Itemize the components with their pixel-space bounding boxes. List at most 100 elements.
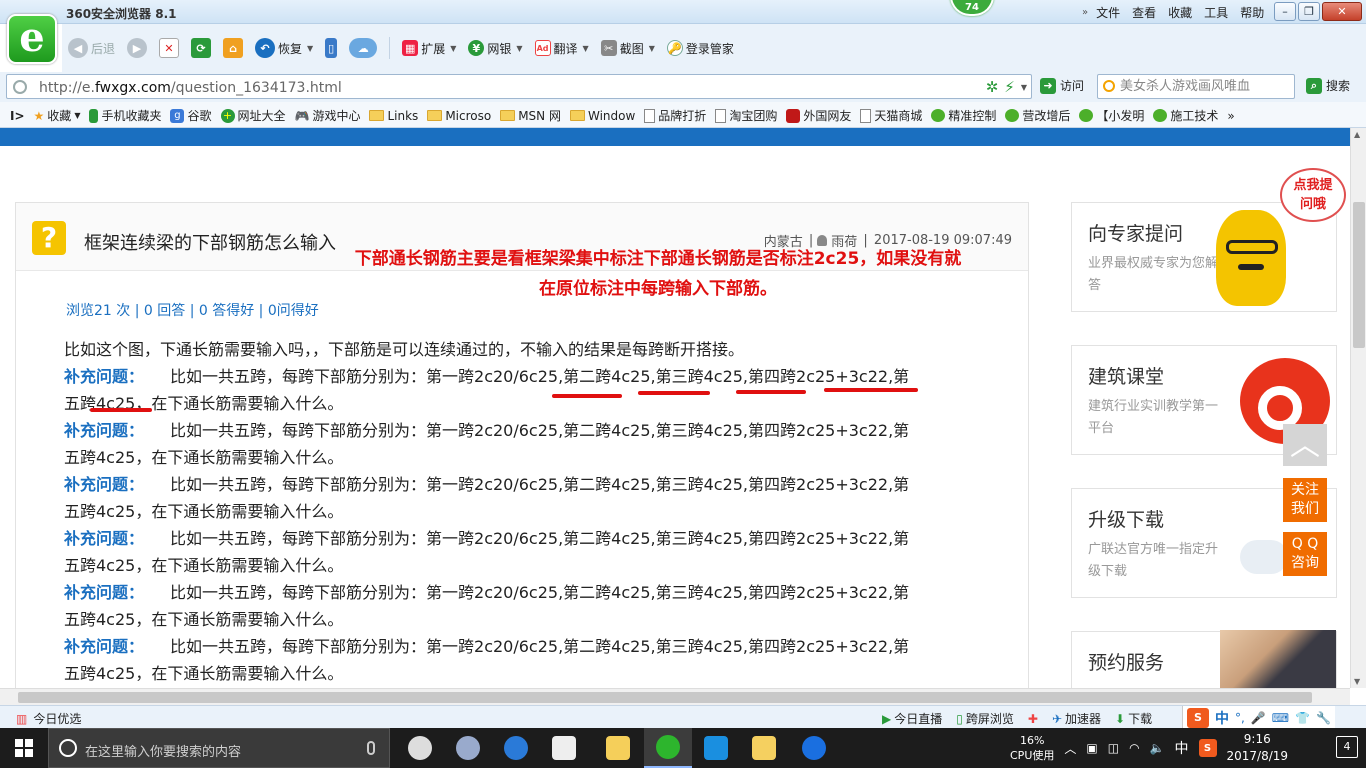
menu-view[interactable]: 查看 — [1132, 4, 1156, 21]
back-button[interactable]: ◀ 后退 — [64, 36, 119, 60]
back-to-top-button[interactable]: ︿ — [1283, 424, 1327, 466]
start-button[interactable] — [0, 728, 48, 768]
visit-button[interactable]: ➜ 访问 — [1040, 77, 1084, 94]
chevron-down-icon[interactable]: ▼ — [450, 44, 456, 53]
fav-control[interactable]: 精准控制 — [931, 107, 996, 124]
ask-speech-bubble[interactable]: 点我提问哦 — [1280, 168, 1346, 222]
chevron-down-icon[interactable]: ▼ — [649, 44, 655, 53]
taskbar-app-g[interactable] — [790, 728, 838, 768]
qq-consult-button[interactable]: Q Q咨询 — [1283, 532, 1327, 576]
fav-msn[interactable]: MSN 网 — [500, 107, 561, 124]
fav-sites[interactable]: + 网址大全 — [220, 107, 286, 124]
forward-button[interactable]: ▶ — [123, 36, 151, 60]
login-manager-button[interactable]: 🔑 登录管家 — [663, 36, 738, 60]
netbank-button[interactable]: ¥ 网银 ▼ — [464, 36, 526, 60]
fav-brand[interactable]: 品牌打折 — [644, 107, 706, 124]
address-bar[interactable]: http://e.fwxgx.com/question_1634173.html… — [6, 74, 1032, 99]
download-button[interactable]: ⬇ 下载 — [1115, 710, 1152, 727]
fav-links[interactable]: Links — [369, 109, 418, 123]
notification-badge[interactable]: 74 — [950, 0, 994, 16]
url-text[interactable]: http://e.fwxgx.com/question_1634173.html — [39, 80, 342, 96]
scroll-thumb[interactable] — [1353, 202, 1365, 348]
screenshot-button[interactable]: ✂ 截图 ▼ — [597, 36, 659, 60]
plugin-icon[interactable]: ✚ — [1028, 712, 1038, 726]
cloud-button[interactable]: ☁ — [345, 36, 381, 60]
wifi-icon[interactable]: ◠ — [1129, 741, 1139, 755]
fav-tax[interactable]: 营改增后 — [1005, 107, 1070, 124]
taskbar-app-browser[interactable] — [444, 728, 492, 768]
stop-button[interactable]: ✕ — [155, 36, 183, 60]
ime-indicator[interactable]: 中 — [1175, 738, 1189, 758]
fav-foreign[interactable]: 外国网友 — [786, 107, 851, 124]
taskbar-app-360[interactable] — [644, 728, 692, 768]
browser-logo[interactable]: e — [7, 14, 57, 64]
network-icon[interactable]: ◫ — [1108, 741, 1119, 755]
fav-windows[interactable]: Window — [569, 109, 635, 123]
fav-microsoft[interactable]: Microso — [427, 109, 491, 123]
fav-taobao[interactable]: 淘宝团购 — [715, 107, 777, 124]
taskbar-search[interactable]: 在这里输入你要搜索的内容 — [48, 728, 390, 768]
action-center-button[interactable]: 4 — [1336, 736, 1358, 758]
restore-button[interactable]: ↶ 恢复 ▼ — [251, 36, 317, 60]
fav-tech[interactable]: 施工技术 — [1153, 107, 1218, 124]
scroll-up-icon[interactable]: ▲ — [1354, 130, 1360, 139]
extend-button[interactable]: ▦ 扩展 ▼ — [398, 36, 460, 60]
mic-icon[interactable] — [367, 741, 375, 755]
taskbar-app-glodon[interactable] — [692, 728, 740, 768]
cross-screen-button[interactable]: ▯ 跨屏浏览 — [956, 710, 1014, 727]
today-picks[interactable]: ▥ 今日优选 — [16, 710, 81, 727]
follow-us-button[interactable]: 关注我们 — [1283, 478, 1327, 522]
chevron-down-icon[interactable]: ▼ — [516, 44, 522, 53]
menu-favorites[interactable]: 收藏 — [1168, 4, 1192, 21]
skin-icon[interactable]: 👕 — [1295, 711, 1310, 725]
sogou-icon[interactable]: S — [1198, 739, 1217, 757]
taskbar-app-fan[interactable] — [396, 728, 444, 768]
close-button[interactable]: ✕ — [1322, 2, 1362, 21]
mic-icon[interactable]: 🎤 — [1251, 711, 1266, 725]
cpu-meter[interactable]: 16% CPU使用 — [1010, 733, 1054, 763]
taskbar-app-store[interactable] — [540, 728, 588, 768]
chevron-icon[interactable]: » — [1082, 7, 1088, 18]
fav-google[interactable]: g 谷歌 — [170, 107, 212, 124]
live-button[interactable]: ▶ 今日直播 — [882, 710, 942, 727]
sogou-icon[interactable]: S — [1187, 707, 1209, 728]
reload-icon[interactable]: ✲ — [986, 78, 999, 96]
chevron-down-icon[interactable]: ▼ — [583, 44, 589, 53]
search-input[interactable]: 美女杀人游戏画风唯血 — [1097, 74, 1295, 99]
ime-mode[interactable]: 中 — [1215, 708, 1229, 728]
lightning-icon[interactable]: ⚡ — [1004, 78, 1015, 96]
tray-expand-icon[interactable]: ︿ — [1064, 740, 1076, 757]
fav-invention[interactable]: 【小发明 — [1079, 107, 1144, 124]
keyboard-icon[interactable]: ⌨ — [1272, 711, 1289, 725]
tray-app-icon[interactable]: ▣ — [1086, 741, 1097, 755]
chevron-down-icon[interactable]: ▼ — [1021, 83, 1027, 92]
fav-favorites[interactable]: ★ 收藏 ▼ — [34, 107, 81, 124]
sidebar-toggle-icon[interactable]: I> — [10, 109, 25, 123]
horizontal-scrollbar[interactable] — [0, 688, 1350, 705]
vertical-scrollbar[interactable]: ▲ ▼ — [1350, 128, 1366, 688]
clock[interactable]: 9:16 2017/8/19 — [1227, 731, 1289, 765]
taskbar-app-explorer[interactable] — [594, 728, 642, 768]
accelerator-button[interactable]: ✈ 加速器 — [1052, 710, 1101, 727]
taskbar-app-edge[interactable] — [492, 728, 540, 768]
scroll-thumb[interactable] — [18, 692, 1312, 703]
home-button[interactable]: ⌂ — [219, 36, 247, 60]
refresh-button[interactable]: ⟳ — [187, 36, 215, 60]
scroll-down-icon[interactable]: ▼ — [1354, 677, 1360, 686]
menu-file[interactable]: 文件 — [1096, 4, 1120, 21]
chevron-down-icon[interactable]: ▼ — [307, 44, 313, 53]
phone-button[interactable]: ▯ — [321, 36, 341, 60]
fav-mobile[interactable]: 手机收藏夹 — [89, 107, 161, 124]
menu-tools[interactable]: 工具 — [1204, 4, 1228, 21]
maximize-button[interactable]: ❐ — [1298, 2, 1320, 21]
punctuation-icon[interactable]: °, — [1235, 711, 1245, 725]
translate-button[interactable]: Ad 翻译 ▼ — [531, 36, 593, 60]
tools-icon[interactable]: 🔧 — [1316, 711, 1331, 725]
volume-icon[interactable]: 🔈 — [1150, 741, 1165, 755]
taskbar-app-notes[interactable] — [740, 728, 788, 768]
search-button[interactable]: ⌕ 搜索 — [1306, 77, 1350, 94]
fav-tmall[interactable]: 天猫商城 — [860, 107, 922, 124]
more-icon[interactable]: » — [1227, 109, 1234, 123]
minimize-button[interactable]: – — [1274, 2, 1296, 21]
menu-help[interactable]: 帮助 — [1240, 4, 1264, 21]
